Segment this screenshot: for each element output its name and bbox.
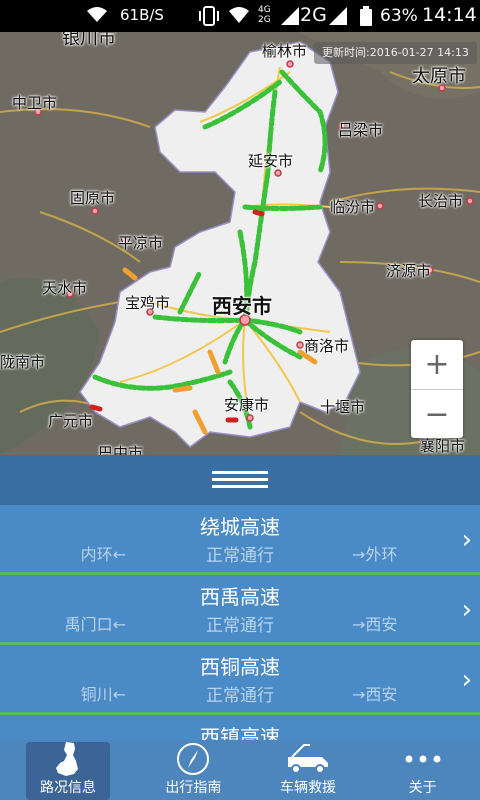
signal-icon [280, 6, 300, 31]
tab-label: 关于 [408, 780, 437, 796]
city-label: 天水市 [42, 279, 88, 297]
city-label: 平凉市 [118, 234, 164, 252]
battery-percent: 63% [380, 6, 418, 26]
chevron-right-icon: › [461, 595, 472, 625]
net-speed: 61B/S [120, 6, 164, 24]
road-status: 正常通行 [206, 546, 274, 566]
city-label: 榆林市 [262, 42, 308, 60]
shaanxi-map-icon [54, 741, 82, 777]
road-to: →西安 [352, 685, 398, 704]
menu-lines-icon [212, 471, 268, 488]
drawer-handle[interactable] [0, 455, 480, 505]
city-label: 太原市 [412, 66, 466, 87]
signal-icon-2 [328, 6, 348, 31]
road-name: 西镇高速 [200, 725, 280, 740]
compass-icon [176, 740, 210, 777]
city-label: 广元市 [48, 412, 94, 430]
status-bar: 61B/S 4G 2G 2G 63% 14:14 [0, 0, 480, 32]
traffic-map[interactable]: 银川市 榆林市 太原市 中卫市 吕梁市 延安市 固原市 临汾市 长治市 平凉市 … [0, 32, 480, 455]
road-list[interactable]: 绕城高速 内环← 正常通行 →外环 › 西禹高速 禹门口← 正常通行 →西安 ›… [0, 505, 480, 740]
zoom-control: + − [411, 340, 463, 438]
road-name: 绕城高速 [200, 515, 280, 539]
tab-label: 路况信息 [40, 780, 96, 796]
zoom-out-button[interactable]: − [411, 390, 463, 439]
city-label: 陇南市 [0, 353, 46, 371]
tow-truck-icon [286, 740, 330, 777]
wifi-icon [86, 6, 108, 29]
bottom-tab-bar: 路况信息 出行指南 车辆救援 关于 [0, 740, 480, 800]
city-label: 商洛市 [304, 337, 350, 355]
network-small: 4G 2G [258, 5, 271, 25]
battery-icon [360, 6, 372, 31]
city-label: 安康市 [224, 396, 270, 414]
more-dots-icon [405, 740, 441, 777]
city-label: 济源市 [386, 262, 432, 280]
road-row[interactable]: 西禹高速 禹门口← 正常通行 →西安 › [0, 575, 480, 645]
city-label: 固原市 [70, 189, 116, 207]
city-label: 十堰市 [320, 398, 366, 416]
road-status: 正常通行 [206, 686, 274, 706]
city-label: 巴中市 [98, 444, 144, 455]
tab-label: 出行指南 [165, 780, 222, 796]
city-label: 长治市 [418, 192, 464, 210]
city-label: 延安市 [248, 152, 294, 170]
road-row[interactable]: 绕城高速 内环← 正常通行 →外环 › [0, 505, 480, 575]
map-canvas [0, 32, 480, 455]
clock: 14:14 [422, 4, 477, 26]
city-label: 临汾市 [330, 198, 376, 216]
city-label: 中卫市 [12, 94, 58, 112]
sim-icon [228, 6, 250, 29]
road-to: →外环 [352, 545, 398, 564]
chevron-right-icon: › [461, 665, 472, 695]
vibrate-icon [196, 6, 222, 31]
tab-vehicle-rescue[interactable]: 车辆救援 [251, 740, 366, 800]
city-label: 银川市 [62, 32, 116, 49]
chevron-right-icon: › [461, 525, 472, 555]
tab-traffic-info[interactable]: 路况信息 [26, 742, 110, 800]
tab-label: 车辆救援 [280, 780, 336, 796]
road-name: 西禹高速 [200, 585, 280, 609]
road-status: 正常通行 [206, 616, 274, 636]
update-time-label: 更新时间:2016-01-27 14:13 [314, 42, 477, 64]
zoom-in-button[interactable]: + [411, 340, 463, 390]
network-type: 2G [300, 4, 327, 26]
city-label: 吕梁市 [338, 121, 384, 139]
city-label: 宝鸡市 [125, 294, 171, 312]
road-to: →西安 [352, 615, 398, 634]
road-row[interactable]: 西铜高速 铜川← 正常通行 →西安 › [0, 645, 480, 715]
tab-travel-guide[interactable]: 出行指南 [136, 740, 251, 800]
tab-about[interactable]: 关于 [365, 740, 480, 800]
city-label: 西安市 [212, 294, 272, 318]
road-name: 西铜高速 [200, 655, 280, 679]
road-row[interactable]: 西镇高速 [0, 715, 480, 740]
